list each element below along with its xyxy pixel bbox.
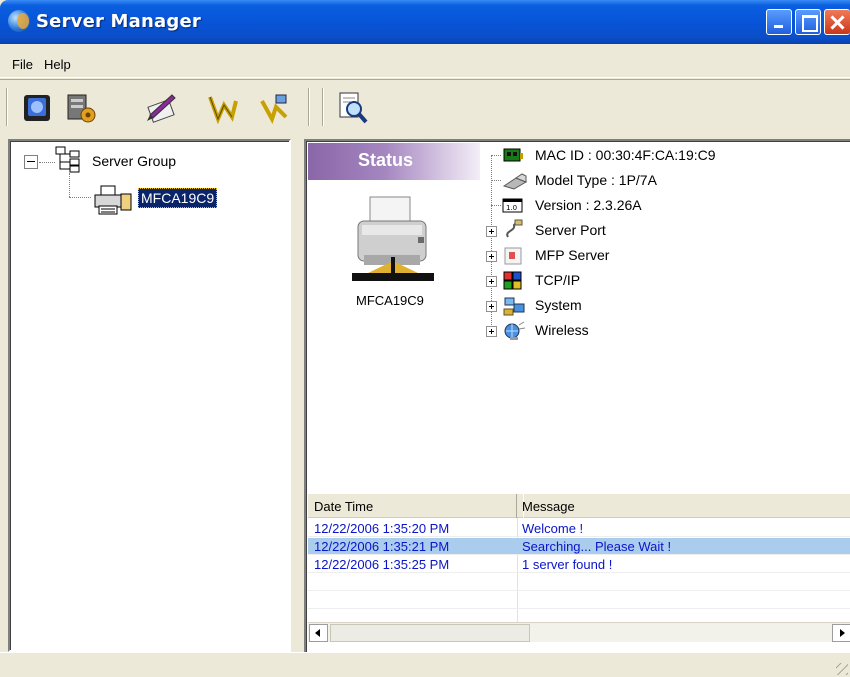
mfp-server-icon — [504, 247, 522, 265]
scroll-right-arrow-icon[interactable] — [832, 624, 850, 642]
version-icon: 1.0 — [502, 198, 523, 213]
log-row[interactable]: 12/22/2006 1:35:25 PM 1 server found ! — [308, 556, 850, 573]
log-row — [308, 592, 850, 609]
window-title: Server Manager — [36, 11, 201, 32]
prop-tree-connector — [491, 155, 501, 156]
printer-icon — [352, 196, 434, 281]
prop-tree-connector — [491, 180, 501, 181]
horizontal-scrollbar[interactable] — [308, 622, 850, 642]
log-message: Welcome ! — [522, 521, 584, 536]
maximize-button[interactable] — [795, 9, 821, 35]
monitor-icon[interactable] — [18, 89, 56, 127]
expand-tcpip[interactable] — [486, 276, 497, 287]
toolbar — [0, 79, 850, 133]
tree-selected-server[interactable]: MFCA19C9 — [138, 188, 218, 208]
log-header: Date Time Message — [308, 494, 850, 518]
details-panel: Status MFCA19C9 MAC ID : 00:30:4F:CA:19:… — [304, 139, 850, 652]
expand-mfp-server[interactable] — [486, 251, 497, 262]
system-icon — [503, 297, 525, 316]
title-bar[interactable]: Server Manager — [0, 0, 850, 44]
log-datetime: 12/22/2006 1:35:21 PM — [314, 539, 450, 554]
system-node[interactable]: System — [535, 297, 582, 313]
status-banner-label: Status — [358, 150, 414, 170]
menu-help[interactable]: Help — [44, 57, 71, 72]
tree-root-label[interactable]: Server Group — [92, 153, 176, 169]
firmware-version: Version : 2.3.26A — [535, 197, 642, 213]
mfp-server-node[interactable]: MFP Server — [535, 247, 609, 263]
prop-tree-connector — [491, 205, 501, 206]
toolbar-separator — [6, 88, 8, 126]
menu-file[interactable]: File — [12, 57, 33, 72]
search-icon[interactable] — [334, 89, 372, 127]
wireless-icon — [504, 321, 526, 340]
tree-connector — [69, 173, 70, 197]
scrollbar-thumb[interactable] — [330, 624, 530, 642]
server-group-icon — [55, 146, 80, 173]
server-tree-panel[interactable]: Server Group MFCA19C9 — [8, 139, 291, 652]
edit-config-icon[interactable] — [142, 89, 180, 127]
version-badge-text: 1.0 — [506, 204, 517, 212]
log-message: Searching... Please Wait ! — [522, 539, 672, 554]
status-banner: Status — [308, 143, 480, 180]
log-datetime: 12/22/2006 1:35:25 PM — [314, 557, 450, 572]
minimize-button[interactable] — [766, 9, 792, 35]
message-log[interactable]: Date Time Message 12/22/2006 1:35:20 PM … — [308, 494, 850, 654]
toolbar-separator — [322, 88, 324, 126]
expand-system[interactable] — [486, 301, 497, 312]
server-settings-icon[interactable] — [62, 89, 100, 127]
expand-wireless[interactable] — [486, 326, 497, 337]
wireless-node[interactable]: Wireless — [535, 322, 589, 338]
log-row — [308, 574, 850, 591]
close-button[interactable] — [824, 9, 850, 35]
column-header-datetime[interactable]: Date Time — [308, 494, 516, 518]
log-row[interactable]: 12/22/2006 1:35:20 PM Welcome ! — [308, 520, 850, 537]
model-type-icon — [502, 173, 528, 190]
model-type: Model Type : 1P/7A — [535, 172, 657, 188]
column-header-message[interactable]: Message — [516, 494, 850, 518]
log-row[interactable]: 12/22/2006 1:35:21 PM Searching... Pleas… — [308, 538, 850, 555]
connect-icon[interactable] — [256, 89, 294, 127]
resize-grip-icon[interactable] — [836, 663, 848, 675]
network-card-icon — [503, 148, 523, 162]
log-datetime: 12/22/2006 1:35:20 PM — [314, 521, 450, 536]
server-port-node[interactable]: Server Port — [535, 222, 606, 238]
toolbar-separator — [308, 88, 310, 126]
printer-server-icon — [94, 185, 132, 215]
tcpip-icon — [503, 271, 522, 290]
log-message: 1 server found ! — [522, 557, 613, 572]
mac-id: MAC ID : 00:30:4F:CA:19:C9 — [535, 147, 716, 163]
menu-bar: File Help — [0, 44, 850, 78]
disconnect-icon[interactable] — [204, 89, 242, 127]
expand-server-port[interactable] — [486, 226, 497, 237]
server-port-icon — [506, 219, 523, 238]
tree-collapse-toggle[interactable] — [24, 155, 38, 169]
tree-connector — [69, 197, 91, 198]
device-name: MFCA19C9 — [356, 293, 424, 308]
app-icon — [8, 10, 30, 32]
tcpip-node[interactable]: TCP/IP — [535, 272, 580, 288]
scroll-left-arrow-icon[interactable] — [309, 624, 328, 642]
tree-connector — [39, 162, 55, 163]
status-bar — [0, 652, 850, 677]
